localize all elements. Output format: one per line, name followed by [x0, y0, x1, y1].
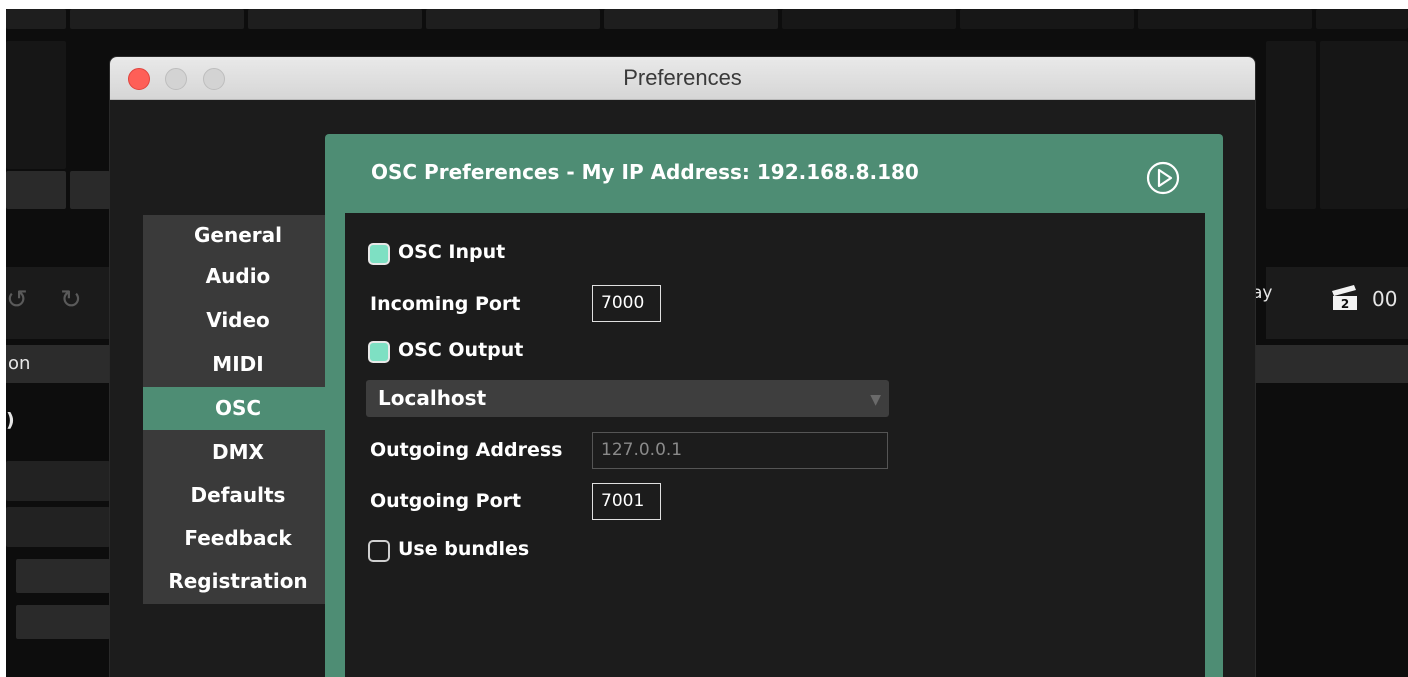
bg-undo-icon: ↺ [6, 285, 28, 315]
nav-item-registration[interactable]: Registration [143, 569, 333, 593]
osc-destination-value: Localhost [378, 386, 487, 410]
clapperboard-icon: 2 [1330, 285, 1360, 311]
bg-cell [782, 9, 956, 29]
bg-cell [70, 9, 244, 29]
nav-item-general[interactable]: General [143, 223, 333, 247]
bg-counter: 00 [1372, 287, 1398, 311]
bg-label-on: on [8, 353, 31, 374]
nav-item-midi[interactable]: MIDI [143, 352, 333, 376]
title-bar[interactable]: Preferences [110, 57, 1255, 100]
nav-item-defaults[interactable]: Defaults [143, 483, 333, 507]
outgoing-address-label: Outgoing Address [370, 439, 563, 461]
osc-output-checkbox[interactable] [368, 341, 390, 363]
bg-row [16, 605, 110, 639]
bg-cell [960, 9, 1134, 29]
bg-cell [1320, 41, 1408, 209]
osc-input-label: OSC Input [398, 241, 506, 263]
bg-cell [604, 9, 778, 29]
incoming-port-label: Incoming Port [370, 293, 521, 315]
preferences-nav: General Audio Video MIDI OSC DMX Default… [143, 215, 333, 604]
outgoing-address-field[interactable]: 127.0.0.1 [592, 432, 888, 469]
nav-item-video[interactable]: Video [143, 308, 333, 332]
preferences-window: Preferences General Audio Video MIDI OSC… [110, 57, 1255, 677]
nav-item-feedback[interactable]: Feedback [143, 526, 333, 550]
osc-settings-content: OSC Input Incoming Port 7000 OSC Output … [345, 213, 1205, 677]
use-bundles-label: Use bundles [398, 538, 530, 560]
bg-cell [6, 9, 66, 29]
osc-output-label: OSC Output [398, 339, 524, 361]
bg-label-ay: ay [1252, 283, 1273, 303]
panel-header: OSC Preferences - My IP Address: 192.168… [371, 160, 919, 184]
play-circle-icon[interactable] [1145, 160, 1181, 196]
incoming-port-field[interactable]: 7000 [592, 285, 661, 322]
bg-cell [426, 9, 600, 29]
nav-item-osc[interactable]: OSC [143, 387, 333, 430]
bg-row [6, 507, 110, 547]
nav-item-dmx[interactable]: DMX [143, 440, 333, 464]
dropdown-arrow-icon: ▼ [870, 392, 881, 408]
bg-cell [248, 9, 422, 29]
bg-cell [1316, 9, 1408, 29]
bg-row [6, 461, 110, 501]
bg-label-paren: ) [6, 409, 15, 431]
bg-cell [6, 41, 66, 169]
outgoing-port-label: Outgoing Port [370, 490, 522, 512]
osc-destination-select[interactable]: Localhost ▼ [366, 380, 889, 417]
bg-header-strip-right [1256, 345, 1408, 383]
bg-cell [1266, 41, 1316, 209]
bg-cell [6, 171, 66, 209]
window-title: Preferences [623, 65, 742, 90]
svg-text:2: 2 [1341, 297, 1349, 311]
use-bundles-checkbox[interactable] [368, 540, 390, 562]
bg-redo-icon: ↻ [60, 285, 82, 315]
outgoing-port-field[interactable]: 7001 [592, 483, 661, 520]
bg-cell [1138, 9, 1312, 29]
bg-cell [70, 171, 110, 209]
osc-input-checkbox[interactable] [368, 243, 390, 265]
osc-preferences-panel: OSC Preferences - My IP Address: 192.168… [325, 134, 1223, 677]
bg-row [16, 559, 110, 593]
nav-item-audio[interactable]: Audio [143, 264, 333, 288]
